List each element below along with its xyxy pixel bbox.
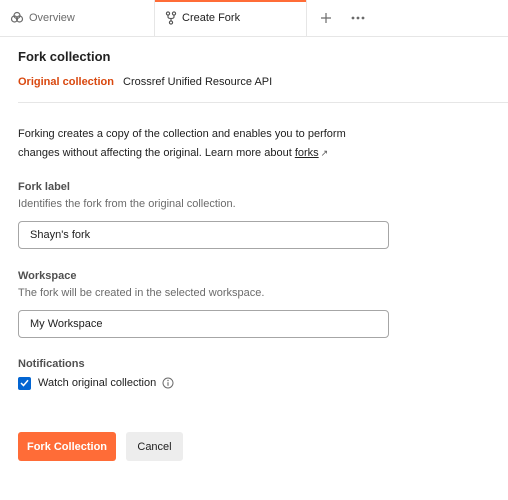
fork-collection-button[interactable]: Fork Collection <box>18 432 116 461</box>
more-horizontal-icon <box>351 16 365 20</box>
tab-overview-label: Overview <box>29 12 75 24</box>
watch-original-checkbox[interactable] <box>18 376 31 390</box>
cancel-button[interactable]: Cancel <box>126 432 183 461</box>
tab-overview[interactable]: Overview <box>0 0 155 36</box>
overview-icon <box>10 11 24 25</box>
workspace-input[interactable] <box>18 310 389 338</box>
watch-original-row: Watch original collection <box>18 376 174 390</box>
active-tab-indicator <box>155 0 306 2</box>
forks-link[interactable]: forks <box>295 147 319 159</box>
check-icon <box>20 379 29 387</box>
workspace-hint: The fork will be created in the selected… <box>18 287 265 299</box>
description: Forking creates a copy of the collection… <box>18 125 378 163</box>
original-collection-label: Original collection <box>18 76 114 88</box>
fork-label-heading: Fork label <box>18 181 70 193</box>
tab-create-fork[interactable]: Create Fork <box>155 0 307 36</box>
fork-label-input[interactable] <box>18 221 389 249</box>
info-icon[interactable] <box>162 377 174 389</box>
external-link-icon: ↗ <box>320 148 329 158</box>
more-tabs-button[interactable] <box>348 8 368 28</box>
page-title: Fork collection <box>18 49 111 64</box>
notifications-heading: Notifications <box>18 358 85 370</box>
tab-bar: Overview Create Fork <box>0 0 508 37</box>
tab-create-fork-label: Create Fork <box>182 12 241 24</box>
plus-icon <box>321 13 331 23</box>
divider <box>18 102 508 103</box>
workspace-heading: Workspace <box>18 270 77 282</box>
original-collection-row: Original collection Crossref Unified Res… <box>18 76 272 88</box>
fork-icon <box>165 11 177 25</box>
add-tab-button[interactable] <box>316 8 336 28</box>
watch-original-label[interactable]: Watch original collection <box>38 377 156 389</box>
fork-label-hint: Identifies the fork from the original co… <box>18 198 236 210</box>
original-collection-value: Crossref Unified Resource API <box>123 76 273 88</box>
